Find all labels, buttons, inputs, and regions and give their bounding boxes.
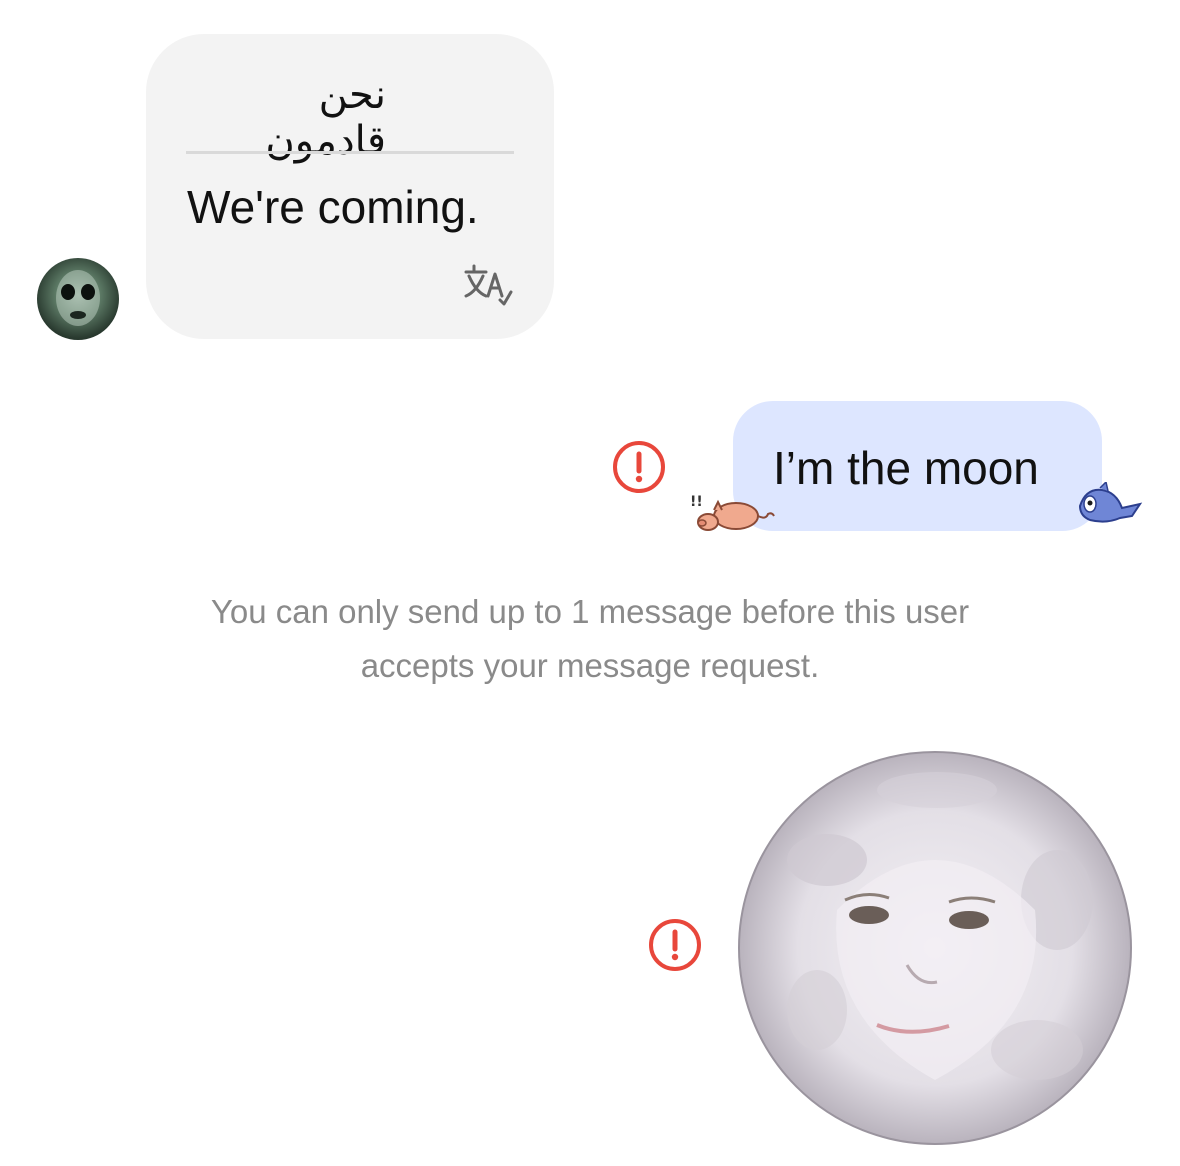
sender-avatar[interactable] — [37, 258, 119, 340]
outgoing-message-bubble[interactable]: I’m the moon — [733, 401, 1102, 531]
notice-line-1: You can only send up to 1 message before… — [210, 593, 970, 630]
translated-message-text: We're coming. — [187, 181, 479, 233]
translation-divider — [186, 151, 514, 154]
blue-shark-sticker — [1076, 480, 1144, 528]
pig-sticker: !! — [688, 490, 780, 534]
message-request-notice: You can only send up to 1 message before… — [140, 585, 1040, 693]
send-failed-icon[interactable] — [648, 918, 702, 972]
svg-text:!!: !! — [690, 494, 703, 510]
send-failed-icon[interactable] — [612, 440, 666, 494]
moon-face-image[interactable] — [737, 750, 1133, 1146]
avatar-image — [56, 270, 100, 326]
incoming-message-bubble[interactable]: نحن قادمون We're coming. — [146, 34, 554, 339]
outgoing-message-text: I’m the moon — [773, 442, 1039, 494]
translate-icon[interactable] — [464, 262, 514, 308]
chat-thread: نحن قادمون We're coming. I’m the moon !!… — [0, 0, 1180, 1166]
notice-line-2: accepts your message request. — [360, 647, 820, 684]
